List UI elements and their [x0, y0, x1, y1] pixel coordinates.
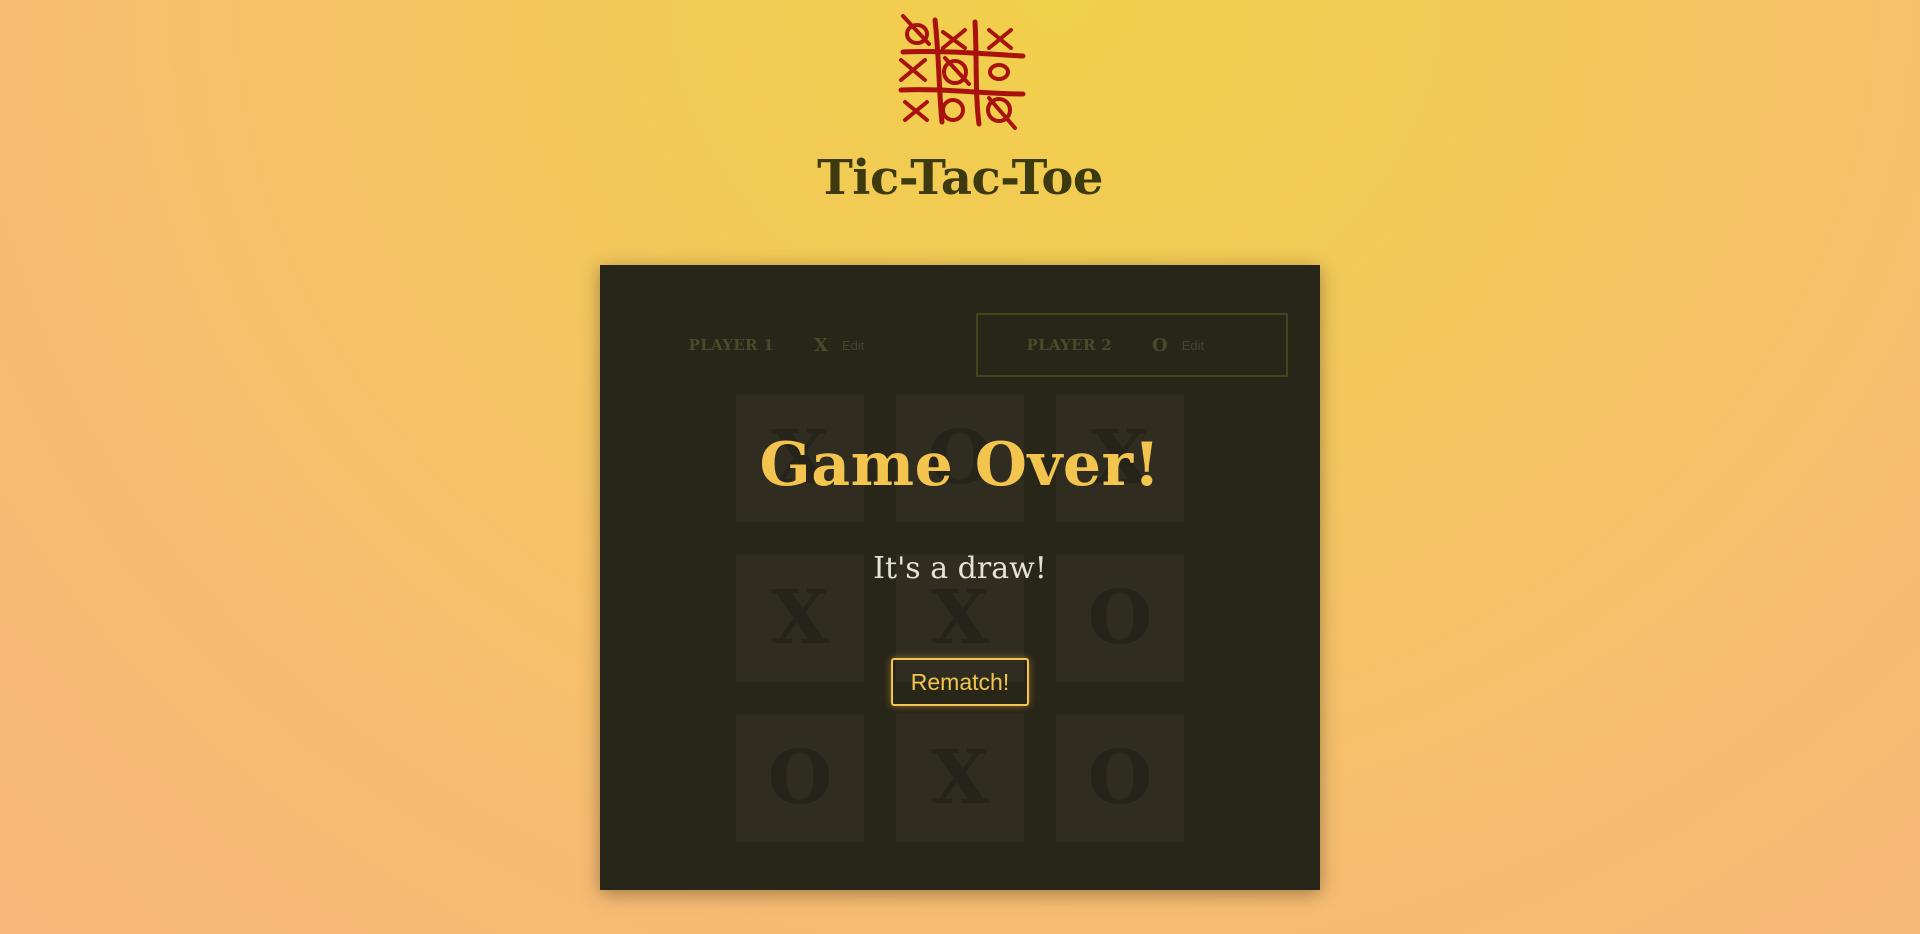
page-title: Tic-Tac-Toe	[817, 150, 1103, 206]
game-over-overlay: Game Over! It's a draw! Rematch!	[600, 265, 1320, 890]
game-over-title: Game Over!	[759, 430, 1161, 500]
game-result-message: It's a draw!	[873, 551, 1047, 586]
tic-tac-toe-logo-icon	[895, 14, 1027, 130]
game-panel: PLAYER 1 X Edit PLAYER 2 O Edit X O X X …	[600, 265, 1320, 890]
rematch-button[interactable]: Rematch!	[891, 658, 1029, 706]
